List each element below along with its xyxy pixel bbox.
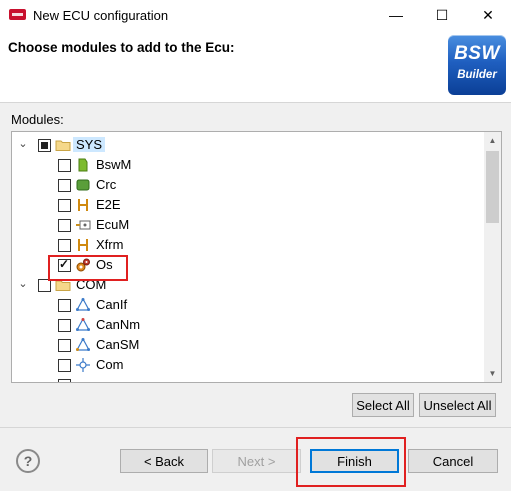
cannm-checkbox[interactable] bbox=[58, 319, 71, 332]
help-icon[interactable]: ? bbox=[16, 449, 40, 473]
tree-item-label: CanNm bbox=[96, 317, 141, 332]
tree-item-label: CanIf bbox=[96, 297, 128, 312]
bswm-icon bbox=[78, 158, 88, 172]
com-icon bbox=[76, 358, 90, 372]
sys-checkbox[interactable] bbox=[38, 139, 51, 152]
chevron-down-icon[interactable]: ⌄ bbox=[17, 278, 29, 290]
scroll-thumb[interactable] bbox=[486, 151, 499, 223]
app-icon bbox=[9, 9, 26, 20]
tree-item-cansm[interactable]: CanSM bbox=[12, 335, 482, 355]
crc-icon bbox=[76, 179, 90, 191]
title-bar: New ECU configuration — ☐ ✕ bbox=[0, 0, 511, 32]
tree-item-canif[interactable]: CanIf bbox=[12, 295, 482, 315]
tree-item-crc[interactable]: Crc bbox=[12, 175, 482, 195]
tree-item-e2e[interactable]: E2E bbox=[12, 195, 482, 215]
logo-line1: BSW bbox=[454, 43, 500, 64]
wizard-header: Choose modules to add to the Ecu: BSW Bu… bbox=[0, 31, 511, 103]
cannm-icon bbox=[75, 317, 91, 331]
finish-highlight-box bbox=[296, 437, 406, 487]
partial-checkbox[interactable] bbox=[58, 379, 71, 382]
tree-scrollbar[interactable]: ▲ ▼ bbox=[484, 132, 501, 382]
bswm-checkbox[interactable] bbox=[58, 159, 71, 172]
tree-group-label: SYS bbox=[73, 137, 106, 152]
cansm-icon bbox=[75, 337, 91, 351]
logo-line2: Builder bbox=[457, 69, 497, 81]
cansm-checkbox[interactable] bbox=[58, 339, 71, 352]
xfrm-icon bbox=[78, 239, 88, 251]
window-title: New ECU configuration bbox=[33, 8, 169, 23]
close-button[interactable]: ✕ bbox=[465, 0, 511, 31]
modules-label: Modules: bbox=[11, 112, 64, 127]
tree-item-partial[interactable] bbox=[12, 375, 482, 382]
folder-icon bbox=[55, 140, 71, 151]
tree-item-label: Xfrm bbox=[96, 237, 124, 252]
tree-item-bswm[interactable]: BswM bbox=[12, 155, 482, 175]
tree-group-sys[interactable]: ⌄ SYS bbox=[12, 135, 482, 155]
tree-item-label: CanSM bbox=[96, 337, 140, 352]
cancel-button[interactable]: Cancel bbox=[408, 449, 498, 473]
tree-item-label: EcuM bbox=[96, 217, 130, 232]
tree-item-label: BswM bbox=[96, 157, 132, 172]
select-all-button[interactable]: Select All bbox=[352, 393, 414, 417]
scroll-up-icon[interactable]: ▲ bbox=[484, 132, 501, 149]
tree-item-ecum[interactable]: EcuM bbox=[12, 215, 482, 235]
bsw-builder-logo: BSW Builder bbox=[448, 35, 506, 95]
ecum-checkbox[interactable] bbox=[58, 219, 71, 232]
e2e-checkbox[interactable] bbox=[58, 199, 71, 212]
tree-item-label: Crc bbox=[96, 177, 117, 192]
divider bbox=[0, 427, 511, 428]
maximize-button[interactable]: ☐ bbox=[419, 0, 465, 31]
xfrm-checkbox[interactable] bbox=[58, 239, 71, 252]
os-highlight-box bbox=[48, 255, 128, 281]
canif-icon bbox=[75, 297, 91, 311]
chevron-down-icon[interactable]: ⌄ bbox=[17, 138, 29, 150]
unselect-all-button[interactable]: Unselect All bbox=[419, 393, 496, 417]
canif-checkbox[interactable] bbox=[58, 299, 71, 312]
ecum-icon bbox=[76, 220, 91, 230]
minimize-button[interactable]: — bbox=[373, 0, 419, 31]
tree-item-xfrm[interactable]: Xfrm bbox=[12, 235, 482, 255]
tree-item-label: Com bbox=[96, 357, 124, 372]
tree-item-com[interactable]: Com bbox=[12, 355, 482, 375]
e2e-icon bbox=[78, 199, 88, 211]
back-button[interactable]: < Back bbox=[120, 449, 208, 473]
crc-checkbox[interactable] bbox=[58, 179, 71, 192]
page-title: Choose modules to add to the Ecu: bbox=[8, 40, 235, 55]
next-button[interactable]: Next > bbox=[212, 449, 301, 473]
scroll-down-icon[interactable]: ▼ bbox=[484, 365, 501, 382]
tree-item-cannm[interactable]: CanNm bbox=[12, 315, 482, 335]
com-checkbox[interactable] bbox=[58, 359, 71, 372]
tree-item-label: E2E bbox=[96, 197, 121, 212]
